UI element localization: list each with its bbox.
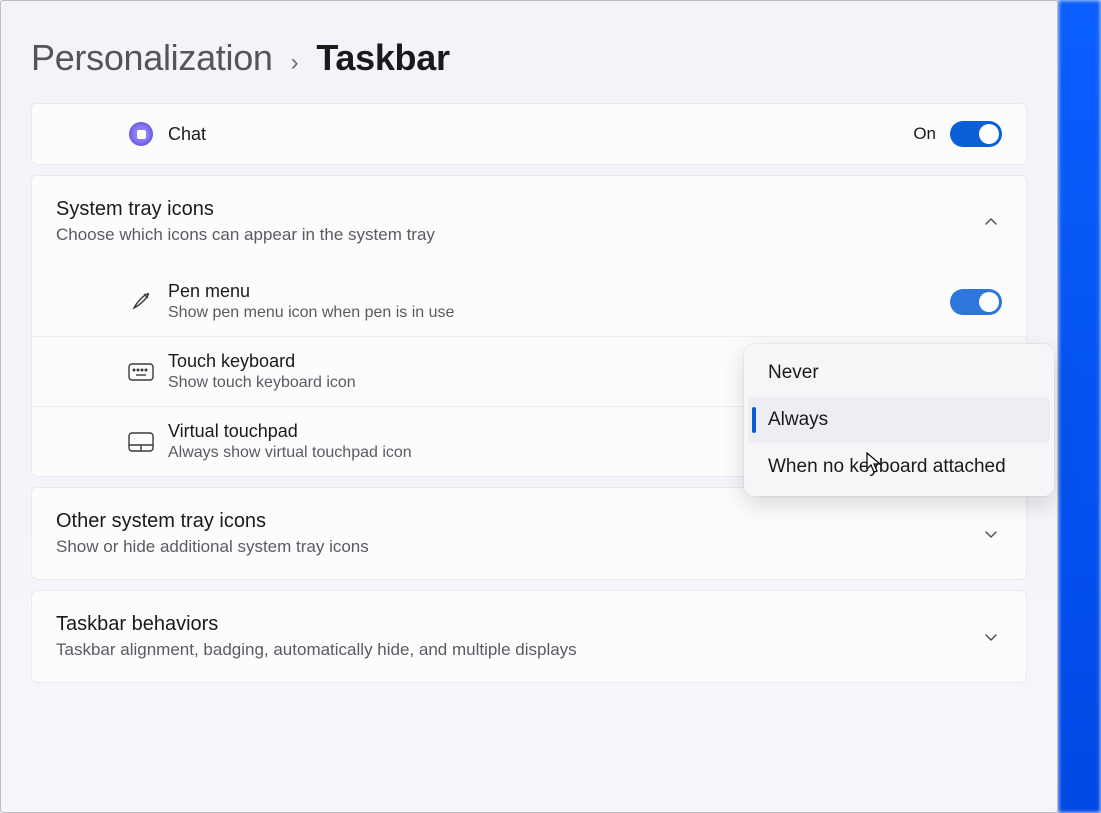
- pen-icon: [122, 290, 160, 314]
- taskbar-item-chat: Chat On: [31, 103, 1027, 165]
- desktop-edge: [1058, 0, 1101, 813]
- pen-title: Pen menu: [168, 281, 950, 302]
- breadcrumb-parent[interactable]: Personalization: [31, 37, 273, 79]
- dropdown-option-when-no-keyboard[interactable]: When no keyboard attached: [744, 444, 1054, 490]
- chevron-down-icon[interactable]: [980, 523, 1002, 545]
- keyboard-icon: [122, 363, 160, 381]
- chat-icon: [122, 122, 160, 146]
- chat-label: Chat: [168, 124, 913, 145]
- behaviors-title: Taskbar behaviors: [56, 613, 956, 636]
- system-tray-header[interactable]: System tray icons Choose which icons can…: [32, 176, 1026, 267]
- chat-toggle[interactable]: [950, 121, 1002, 147]
- other-tray-subtitle: Show or hide additional system tray icon…: [56, 537, 956, 557]
- touch-keyboard-dropdown: Never Always When no keyboard attached: [744, 344, 1054, 496]
- touchpad-icon: [122, 432, 160, 452]
- chevron-right-icon: ›: [291, 49, 299, 77]
- chevron-down-icon[interactable]: [980, 626, 1002, 648]
- page-title: Taskbar: [316, 37, 449, 79]
- system-tray-title: System tray icons: [56, 198, 956, 221]
- pen-subtitle: Show pen menu icon when pen is in use: [168, 304, 950, 322]
- chat-state-text: On: [913, 124, 936, 144]
- other-tray-title: Other system tray icons: [56, 510, 956, 533]
- other-tray-group[interactable]: Other system tray icons Show or hide add…: [31, 487, 1027, 580]
- dropdown-option-never[interactable]: Never: [744, 350, 1054, 396]
- system-tray-subtitle: Choose which icons can appear in the sys…: [56, 225, 956, 245]
- behaviors-subtitle: Taskbar alignment, badging, automaticall…: [56, 640, 956, 660]
- dropdown-option-always[interactable]: Always: [748, 397, 1050, 443]
- cursor-icon: [866, 452, 884, 474]
- breadcrumb: Personalization › Taskbar: [31, 1, 1027, 103]
- behaviors-group[interactable]: Taskbar behaviors Taskbar alignment, bad…: [31, 590, 1027, 683]
- pen-toggle[interactable]: [950, 289, 1002, 315]
- chevron-up-icon[interactable]: [980, 211, 1002, 233]
- pen-menu-row: Pen menu Show pen menu icon when pen is …: [32, 267, 1026, 336]
